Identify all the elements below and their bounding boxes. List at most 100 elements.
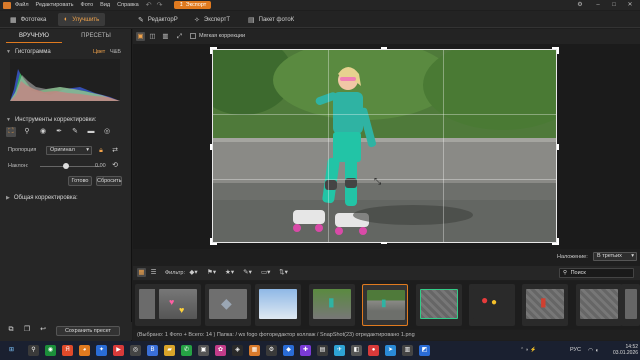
maximize-icon[interactable]: □ [610, 1, 618, 9]
single-view-icon[interactable]: ▣ [136, 32, 145, 41]
thumbnail[interactable] [255, 284, 301, 326]
wifi-icon[interactable]: ◠ ◖ [588, 347, 599, 354]
side-by-side-icon[interactable]: ▥ [161, 32, 170, 41]
thumbnail[interactable]: ♥ ♥ [155, 284, 201, 326]
tilt-slider-handle[interactable] [63, 163, 69, 169]
start-icon[interactable]: ⊞ [6, 345, 17, 356]
rating-filter-icon[interactable]: ★▾ [225, 268, 234, 277]
app-icon[interactable]: ✚ [300, 345, 311, 356]
tab-presets[interactable]: ПРЕСЕТЫ [68, 33, 124, 43]
menu-photo[interactable]: Фото [81, 2, 94, 8]
crop-handle-top[interactable] [381, 47, 387, 49]
photo-preview[interactable] [212, 49, 557, 243]
crop-handle-bottom[interactable] [381, 242, 387, 244]
histogram-color-toggle[interactable]: Цвет [93, 49, 105, 55]
list-view-icon[interactable]: ☰ [149, 268, 158, 277]
crop-handle-br[interactable] [552, 238, 559, 245]
clock[interactable]: 14:52 03.01.2026 [613, 344, 638, 356]
crop-icon[interactable]: ⛶ [6, 127, 16, 137]
tab-manual[interactable]: ВРУЧНУЮ [6, 33, 62, 43]
histogram-bw-toggle[interactable]: Ч&Б [110, 49, 121, 55]
brush-icon[interactable]: ⚲ [22, 127, 32, 137]
app-icon[interactable]: ▥ [402, 345, 413, 356]
app-icon[interactable]: ✦ [96, 345, 107, 356]
crop-handle-tr[interactable] [552, 47, 559, 54]
edit-filter-icon[interactable]: ✎▾ [243, 268, 252, 277]
thumbnail[interactable] [416, 284, 462, 326]
tools-header[interactable]: ▼ Инструменты корректировки: [6, 117, 96, 123]
crop-handle-left[interactable] [210, 144, 212, 150]
type-filter-icon[interactable]: ▭▾ [261, 268, 270, 277]
menu-view[interactable]: Вид [100, 2, 110, 8]
eye-icon[interactable]: ◉ [38, 127, 48, 137]
app-icon[interactable]: ◩ [419, 345, 430, 356]
folder-icon[interactable]: ▰ [164, 345, 175, 356]
crop-handle-right[interactable] [557, 144, 559, 150]
copy-icon[interactable]: ❐ [22, 325, 32, 335]
settings-icon[interactable]: ⚙ [576, 1, 584, 9]
app-icon[interactable]: ◈ [232, 345, 243, 356]
proportion-select[interactable]: Оригинал ▾ [46, 146, 92, 155]
general-header[interactable]: ▶ Общая корректировка: [6, 195, 78, 201]
thumbnail[interactable] [576, 284, 622, 326]
sort-icon[interactable]: ⇅▾ [279, 268, 288, 277]
gradient-icon[interactable]: ▬ [86, 127, 96, 137]
app-icon[interactable]: ⚙ [266, 345, 277, 356]
app-icon[interactable]: ✿ [215, 345, 226, 356]
app-icon[interactable]: ▤ [317, 345, 328, 356]
app-icon[interactable]: ▣ [198, 345, 209, 356]
crop-handle-bl[interactable] [210, 238, 217, 245]
tray-icons[interactable]: ⌃ ◗ ⚡ [520, 347, 536, 353]
fullscreen-icon[interactable]: ⤢ [175, 32, 184, 41]
soft-correction-checkbox[interactable] [190, 33, 196, 39]
rotate-icon[interactable]: ⟲ [110, 161, 120, 171]
save-preset-button[interactable]: Сохранить пресет [56, 326, 120, 336]
tab-editor[interactable]: ✎ РедакторP [132, 13, 184, 26]
search-input[interactable]: ⚲ Поиск [559, 268, 634, 278]
chrome-icon[interactable]: ◉ [45, 345, 56, 356]
flag-filter-icon[interactable]: ⚑▾ [207, 268, 216, 277]
tilt-slider-track[interactable] [40, 166, 100, 167]
tab-expert[interactable]: ✧ ЭкспертТ [188, 13, 236, 26]
thumbnail[interactable] [621, 284, 640, 326]
menu-file[interactable]: Файл [15, 2, 29, 8]
firefox-icon[interactable]: ◕ [79, 345, 90, 356]
crop-handle-tl[interactable] [210, 47, 217, 54]
radial-icon[interactable]: ◎ [102, 127, 112, 137]
pencil-icon[interactable]: ✎ [70, 127, 80, 137]
swap-icon[interactable]: ⇄ [110, 146, 120, 156]
thumbnail-selected[interactable]: ▮ [362, 284, 408, 326]
photo-editor-icon[interactable]: ▦ [249, 345, 260, 356]
compare-icon[interactable]: ⧉ [6, 325, 16, 335]
grid-view-icon[interactable]: ▦ [137, 268, 146, 277]
close-icon[interactable]: ✕ [626, 1, 634, 9]
color-filter-icon[interactable]: ◆▾ [189, 268, 198, 277]
vk-icon[interactable]: В [147, 345, 158, 356]
yandex-icon[interactable]: Я [62, 345, 73, 356]
menu-help[interactable]: Справка [117, 2, 139, 8]
done-button[interactable]: Готово [68, 176, 92, 186]
export-button[interactable]: ↥ Экспорт [174, 1, 212, 9]
app-icon[interactable]: ◎ [130, 345, 141, 356]
app-icon[interactable]: ✈ [334, 345, 345, 356]
whatsapp-icon[interactable]: ✆ [181, 345, 192, 356]
revert-icon[interactable]: ↩ [38, 325, 48, 335]
pen-icon[interactable]: ✒ [54, 127, 64, 137]
language-indicator[interactable]: РУС [570, 347, 581, 353]
redo-icon[interactable]: ↷ [157, 1, 163, 9]
undo-icon[interactable]: ↶ [146, 1, 152, 9]
app-icon[interactable]: ◧ [351, 345, 362, 356]
youtube-icon[interactable]: ▶ [113, 345, 124, 356]
search-icon[interactable]: ⚲ [28, 345, 39, 356]
minimize-icon[interactable]: – [594, 1, 602, 9]
thumbnail[interactable]: ▮ [522, 284, 568, 326]
overlay-select[interactable]: В третьих ▾ [593, 252, 637, 261]
app-icon[interactable]: ◆ [283, 345, 294, 356]
app-icon[interactable]: ● [368, 345, 379, 356]
tab-enhance[interactable]: ◐ Улучшить [58, 13, 106, 26]
lock-icon[interactable]: 🔒︎ [96, 146, 106, 156]
telegram-icon[interactable]: ➤ [385, 345, 396, 356]
thumbnail[interactable]: ◆ [205, 284, 251, 326]
menu-edit[interactable]: Редактировать [36, 2, 74, 8]
split-view-icon[interactable]: ◫ [148, 32, 157, 41]
